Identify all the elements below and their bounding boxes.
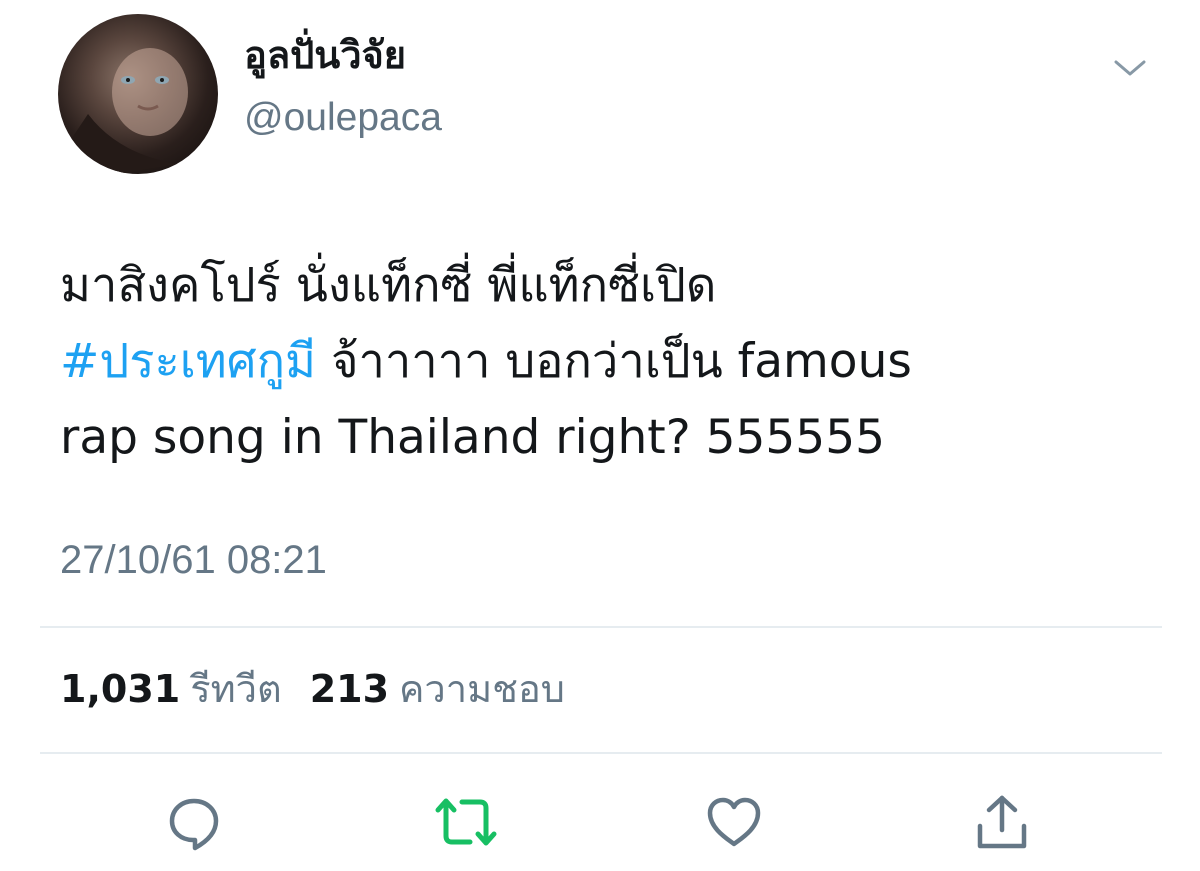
comment-icon [169, 798, 219, 851]
display-name[interactable]: อูลปั่นวิจัย [244, 36, 406, 74]
chevron-down-icon[interactable] [1110, 54, 1150, 82]
reply-button[interactable] [162, 790, 226, 854]
tweet-stats: 1,031 รีทวีต 213 ความชอบ [60, 670, 565, 708]
retweet-label[interactable]: รีทวีต [190, 667, 281, 711]
retweet-button[interactable] [434, 790, 498, 854]
retweet-count[interactable]: 1,031 [60, 667, 180, 711]
avatar[interactable] [58, 14, 218, 174]
share-icon [977, 795, 1027, 849]
heart-icon [707, 797, 761, 847]
tweet-line-3: rap song in Thailand right? 555555 [60, 410, 886, 465]
tweet-text: มาสิงคโปร์ นั่งแท็กซี่ พี่แท็กซี่เปิด #ป… [60, 248, 1160, 476]
like-button[interactable] [702, 790, 766, 854]
tweet-timestamp[interactable]: 27/10/61 08:21 [60, 540, 327, 580]
tweet-line-2: #ประเทศกูมี จ้าาาาา บอกว่าเป็น famous [60, 324, 1160, 400]
tweet-line-1: มาสิงคโปร์ นั่งแท็กซี่ พี่แท็กซี่เปิด [60, 258, 717, 313]
tweet-line-2-text: จ้าาาาา บอกว่าเป็น famous [316, 334, 912, 389]
divider [40, 626, 1162, 628]
divider [40, 752, 1162, 754]
user-handle[interactable]: @oulepaca [244, 98, 442, 137]
like-count[interactable]: 213 [310, 667, 389, 711]
share-button[interactable] [970, 790, 1034, 854]
retweet-icon [435, 798, 497, 846]
like-label[interactable]: ความชอบ [399, 667, 565, 711]
hashtag-link[interactable]: #ประเทศกูมี [60, 334, 316, 389]
